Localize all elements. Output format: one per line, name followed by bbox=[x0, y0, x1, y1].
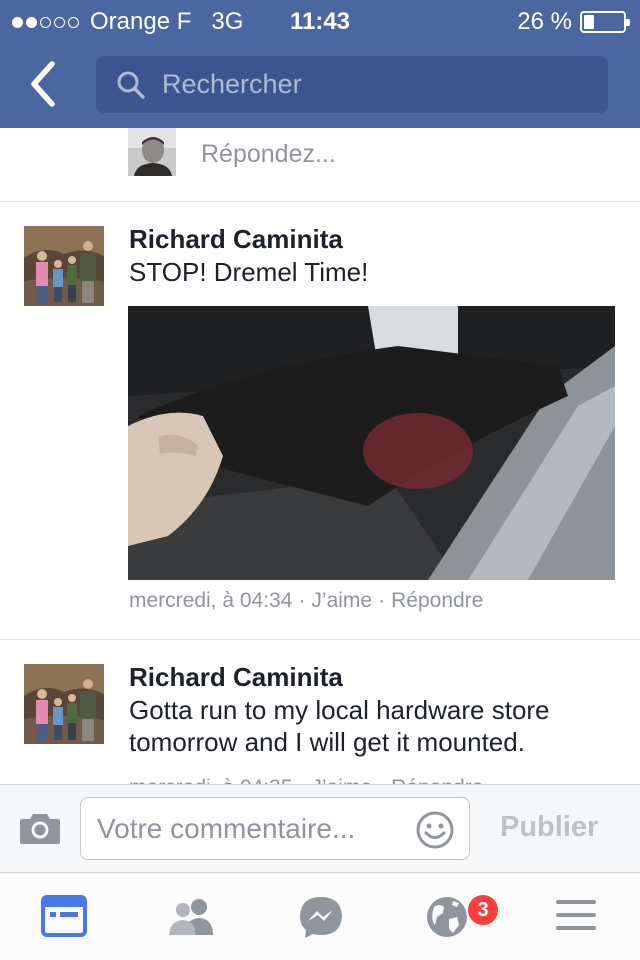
comment-item: Richard Caminita STOP! Dremel Time! merc… bbox=[0, 202, 640, 640]
comment-author[interactable]: Richard Caminita bbox=[129, 224, 343, 255]
family-photo bbox=[24, 226, 104, 306]
reply-prompt-row[interactable]: Répondez... bbox=[0, 128, 640, 202]
comment-meta: mercredi, à 04:35 · J’aime · Répondre bbox=[129, 776, 483, 784]
status-right: 26 % bbox=[517, 8, 630, 36]
emoji-icon[interactable] bbox=[415, 810, 455, 850]
tab-news-feed[interactable] bbox=[41, 895, 89, 939]
comment-timestamp[interactable]: mercredi, à 04:34 bbox=[129, 589, 292, 613]
menu-icon bbox=[556, 900, 596, 930]
search-input[interactable]: Rechercher bbox=[96, 56, 608, 113]
search-icon bbox=[117, 71, 145, 99]
comment-composer: Votre commentaire... Publier bbox=[0, 784, 640, 872]
engine-photo bbox=[128, 306, 615, 580]
author-avatar[interactable] bbox=[24, 226, 104, 306]
avatar-photo bbox=[128, 128, 176, 176]
reply-link[interactable]: Répondre bbox=[391, 776, 483, 784]
author-avatar[interactable] bbox=[24, 664, 104, 744]
comment-text: Gotta run to my local hardware store tom… bbox=[129, 695, 550, 757]
notification-badge: 3 bbox=[466, 893, 500, 927]
camera-button[interactable] bbox=[18, 809, 62, 847]
like-link[interactable]: J’aime bbox=[311, 589, 372, 613]
search-placeholder: Rechercher bbox=[162, 69, 302, 99]
comment-author[interactable]: Richard Caminita bbox=[129, 662, 343, 693]
battery-level bbox=[584, 15, 594, 29]
tab-bar: 3 bbox=[0, 872, 640, 960]
my-avatar bbox=[128, 128, 176, 176]
camera-icon bbox=[20, 814, 60, 844]
comment-photo[interactable] bbox=[128, 306, 615, 580]
reply-prompt-text: Répondez... bbox=[201, 140, 336, 168]
tab-notifications[interactable] bbox=[425, 895, 473, 939]
top-navigation-bar: Orange F 3G 11:43 26 % Rechercher bbox=[0, 0, 640, 128]
comment-thread: Répondez... Richard Caminita STOP! Dreme… bbox=[0, 128, 640, 784]
back-button[interactable] bbox=[22, 58, 70, 110]
meta-separator: · bbox=[378, 776, 385, 784]
meta-separator: · bbox=[298, 776, 305, 784]
friends-icon bbox=[169, 899, 213, 935]
tab-messenger[interactable] bbox=[297, 895, 345, 939]
messenger-icon bbox=[300, 897, 342, 938]
chevron-left-icon bbox=[31, 61, 55, 107]
notifications-globe-icon bbox=[427, 897, 467, 937]
comment-placeholder: Votre commentaire... bbox=[97, 813, 356, 844]
tab-friends[interactable] bbox=[167, 895, 215, 939]
publish-button[interactable]: Publier bbox=[500, 811, 598, 844]
tab-menu[interactable] bbox=[554, 895, 602, 939]
like-link[interactable]: J’aime bbox=[311, 776, 372, 784]
comment-item: Richard Caminita Gotta run to my local h… bbox=[0, 640, 640, 784]
comment-meta: mercredi, à 04:34 · J’aime · Répondre bbox=[129, 589, 483, 613]
news-feed-icon bbox=[41, 895, 87, 937]
reply-link[interactable]: Répondre bbox=[391, 589, 483, 613]
battery-cap bbox=[626, 19, 630, 26]
status-bar: Orange F 3G 11:43 26 % bbox=[0, 0, 640, 40]
comment-text: STOP! Dremel Time! bbox=[129, 257, 369, 287]
meta-separator: · bbox=[378, 589, 386, 612]
battery-percent: 26 % bbox=[517, 8, 572, 35]
family-photo bbox=[24, 664, 104, 744]
meta-separator: · bbox=[298, 589, 306, 612]
comment-timestamp[interactable]: mercredi, à 04:35 bbox=[129, 776, 292, 784]
battery-icon bbox=[580, 11, 630, 33]
comment-input[interactable]: Votre commentaire... bbox=[80, 797, 470, 860]
